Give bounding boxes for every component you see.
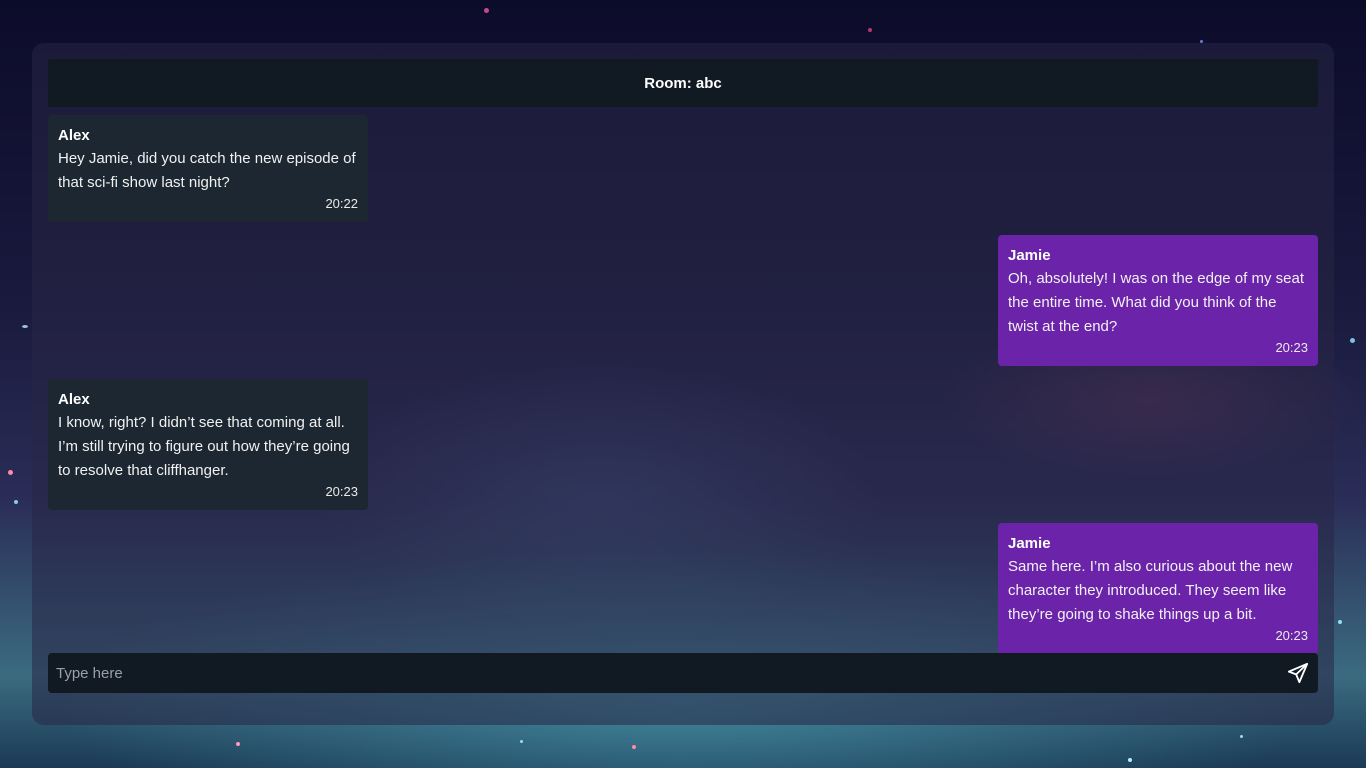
message-text: Hey Jamie, did you catch the new episode… <box>58 150 356 191</box>
message-text: I know, right? I didn’t see that coming … <box>58 414 350 479</box>
composer-bar <box>48 653 1318 693</box>
message-time: 20:23 <box>1275 340 1308 355</box>
message-bubble: Alex I know, right? I didn’t see that co… <box>48 379 368 510</box>
message-text: Same here. I’m also curious about the ne… <box>1008 558 1293 623</box>
message-sender: Jamie <box>1008 247 1051 264</box>
message-text: Oh, absolutely! I was on the edge of my … <box>1008 270 1305 335</box>
room-title: Room: abc <box>48 59 1318 107</box>
message-input[interactable] <box>48 653 1278 693</box>
message-sender: Jamie <box>1008 535 1051 552</box>
message-bubble: Jamie Same here. I’m also curious about … <box>998 523 1318 653</box>
message-time: 20:22 <box>325 196 358 211</box>
chat-panel: Room: abc Alex Hey Jamie, did you catch … <box>32 43 1334 725</box>
send-icon <box>1287 662 1309 684</box>
message-list[interactable]: Alex Hey Jamie, did you catch the new ep… <box>48 115 1318 653</box>
message-bubble: Jamie Oh, absolutely! I was on the edge … <box>998 235 1318 366</box>
message-time: 20:23 <box>1275 628 1308 643</box>
message-time: 20:23 <box>325 484 358 499</box>
message-sender: Alex <box>58 127 90 144</box>
message-sender: Alex <box>58 391 90 408</box>
send-button[interactable] <box>1278 653 1318 693</box>
message-bubble: Alex Hey Jamie, did you catch the new ep… <box>48 115 368 222</box>
